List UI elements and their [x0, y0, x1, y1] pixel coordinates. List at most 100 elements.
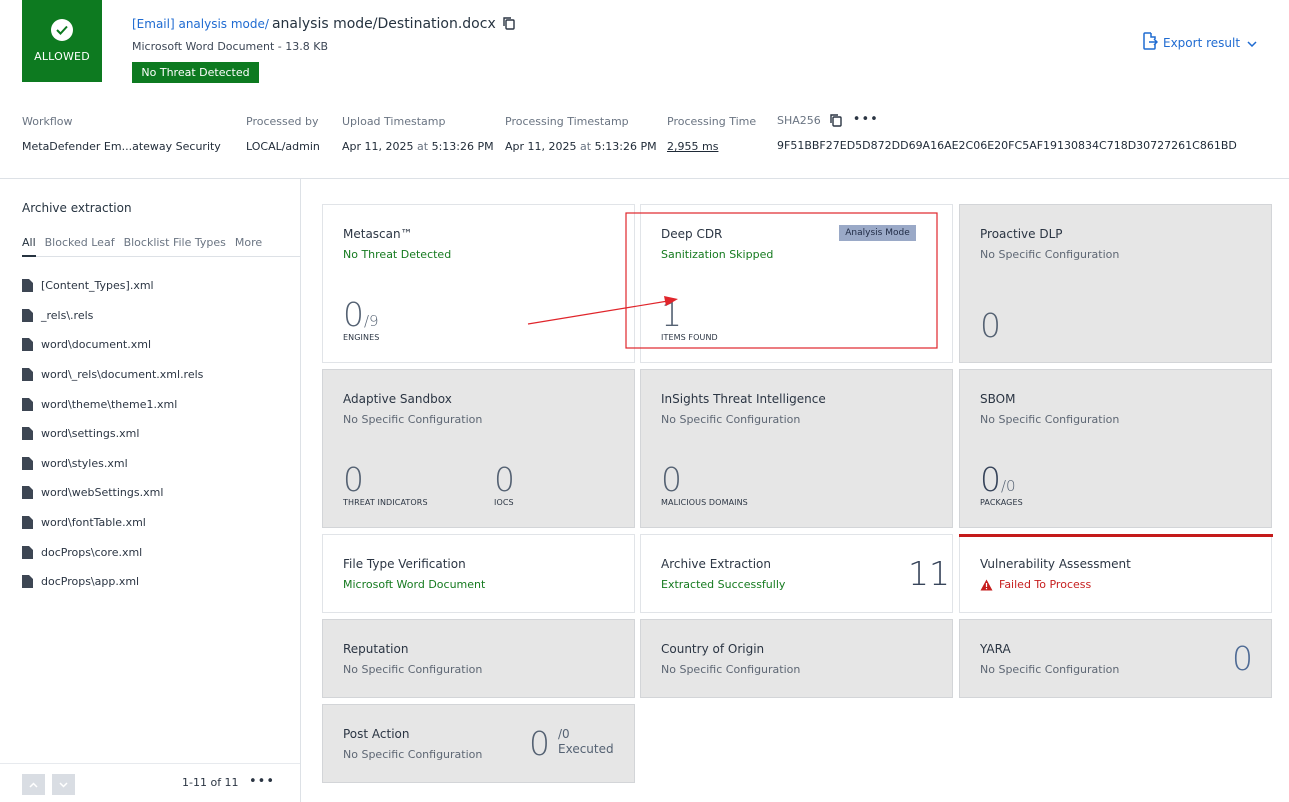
iocs-caption: IOCS — [494, 498, 514, 507]
meta-sha256: SHA256 ••• 9F51BBF27ED5D872DD69A16AE2C06… — [777, 113, 1237, 152]
page-down-button[interactable] — [52, 774, 75, 795]
card-title: Deep CDR — [661, 227, 723, 241]
file-name: word\webSettings.xml — [41, 486, 164, 500]
card-title: YARA — [980, 642, 1011, 656]
more-options-icon[interactable]: ••• — [249, 774, 275, 789]
card-status: No Specific Configuration — [343, 413, 483, 426]
card-status: No Specific Configuration — [980, 248, 1120, 261]
processed-by-label: Processed by — [246, 115, 319, 128]
tab-more[interactable]: More — [235, 236, 262, 249]
list-item[interactable]: word\theme\theme1.xml — [22, 389, 203, 419]
file-name: word\styles.xml — [41, 456, 128, 470]
card-vulnerability-assessment[interactable]: Vulnerability Assessment Failed To Proce… — [959, 534, 1273, 613]
list-item[interactable]: word\document.xml — [22, 330, 203, 360]
analysis-mode-badge: Analysis Mode — [839, 225, 916, 241]
file-icon — [22, 397, 33, 411]
card-title: Vulnerability Assessment — [980, 557, 1131, 571]
verdict-label: ALLOWED — [34, 50, 90, 63]
check-circle-icon — [51, 19, 73, 41]
archive-sidebar: Archive extraction All Blocked Leaf Bloc… — [0, 179, 301, 802]
threat-indicators-caption: THREAT INDICATORS — [343, 498, 428, 507]
dlp-count: 0 — [980, 306, 1001, 345]
meta-processing-time: Processing Time 2,955 ms — [667, 115, 756, 153]
sha256-value: 9F51BBF27ED5D872DD69A16AE2C06E20FC5AF191… — [777, 139, 1237, 152]
meta-processing-timestamp: Processing Timestamp Apr 11, 2025 at 5:1… — [505, 115, 657, 153]
upload-timestamp-label: Upload Timestamp — [342, 115, 446, 128]
card-status: Microsoft Word Document — [343, 578, 486, 591]
card-title: InSights Threat Intelligence — [661, 392, 826, 406]
list-item[interactable]: word\_rels\document.xml.rels — [22, 360, 203, 390]
card-post-action[interactable]: Post Action No Specific Configuration 0 … — [322, 704, 635, 783]
card-sbom[interactable]: SBOM No Specific Configuration 0/0 PACKA… — [959, 369, 1272, 528]
page-up-button[interactable] — [22, 774, 45, 795]
iocs-count: 0 — [494, 460, 515, 499]
processing-date: Apr 11, 2025 — [505, 140, 577, 153]
card-reputation[interactable]: Reputation No Specific Configuration — [322, 619, 635, 698]
card-title: Metascan™ — [343, 227, 413, 241]
more-options-icon[interactable]: ••• — [853, 113, 879, 126]
card-title: Adaptive Sandbox — [343, 392, 452, 406]
malicious-domains-count: 0 — [661, 460, 682, 499]
card-deep-cdr[interactable]: Deep CDR Analysis Mode Sanitization Skip… — [640, 204, 953, 363]
card-insights[interactable]: InSights Threat Intelligence No Specific… — [640, 369, 953, 528]
card-status: No Specific Configuration — [343, 663, 483, 676]
tab-divider — [22, 256, 301, 257]
card-adaptive-sandbox[interactable]: Adaptive Sandbox No Specific Configurati… — [322, 369, 635, 528]
engines-caption: ENGINES — [343, 333, 380, 342]
list-item[interactable]: word\settings.xml — [22, 419, 203, 449]
file-name: docProps\app.xml — [41, 575, 140, 589]
file-icon — [22, 308, 33, 322]
file-title: [Email] analysis mode/ analysis mode/Des… — [132, 13, 516, 32]
card-title: File Type Verification — [343, 557, 466, 571]
card-proactive-dlp[interactable]: Proactive DLP No Specific Configuration … — [959, 204, 1272, 363]
card-status: No Specific Configuration — [661, 663, 801, 676]
alert-stripe — [959, 534, 1273, 537]
file-name: analysis mode/Destination.docx — [271, 16, 496, 32]
card-title: Country of Origin — [661, 642, 765, 656]
list-item[interactable]: docProps\core.xml — [22, 537, 203, 567]
post-action-executed-label: Executed — [558, 742, 614, 756]
export-result-label: Export result — [1163, 35, 1241, 50]
card-status: Extracted Successfully — [661, 578, 786, 591]
processing-time-link[interactable]: 2,955 ms — [667, 140, 756, 153]
meta-upload-timestamp: Upload Timestamp Apr 11, 2025 at 5:13:26… — [342, 115, 494, 153]
copy-sha-icon[interactable] — [829, 113, 843, 127]
card-status: No Specific Configuration — [980, 413, 1120, 426]
processing-timestamp-label: Processing Timestamp — [505, 115, 629, 128]
list-item[interactable]: [Content_Types].xml — [22, 271, 203, 301]
tab-all[interactable]: All — [22, 236, 36, 249]
file-type-size: Microsoft Word Document - 13.8 KB — [132, 40, 329, 53]
items-found-count: 1 — [661, 295, 682, 334]
chevron-down-icon — [1247, 36, 1257, 50]
file-icon — [22, 279, 33, 293]
list-item[interactable]: word\webSettings.xml — [22, 478, 203, 508]
processing-timestamp-value: Apr 11, 2025 at 5:13:26 PM — [505, 140, 657, 153]
copy-icon[interactable] — [502, 15, 516, 34]
list-item[interactable]: word\fontTable.xml — [22, 508, 203, 538]
engines-count: 0/9 — [343, 295, 379, 334]
card-archive-extraction[interactable]: Archive Extraction Extracted Successfull… — [640, 534, 953, 613]
file-icon — [22, 368, 33, 382]
file-path-link[interactable]: [Email] analysis mode/ — [132, 17, 269, 31]
list-item[interactable]: docProps\app.xml — [22, 567, 203, 597]
tab-blocked-leaf[interactable]: Blocked Leaf — [45, 236, 115, 249]
list-item[interactable]: _rels\.rels — [22, 301, 203, 331]
list-item[interactable]: word\styles.xml — [22, 449, 203, 479]
card-file-type-verification[interactable]: File Type Verification Microsoft Word Do… — [322, 534, 635, 613]
packages-count: 0/0 — [980, 460, 1016, 499]
meta-workflow: Workflow MetaDefender Em...ateway Securi… — [22, 115, 221, 153]
upload-timestamp-value: Apr 11, 2025 at 5:13:26 PM — [342, 140, 494, 153]
export-result-button[interactable]: Export result — [1142, 32, 1257, 53]
card-metascan[interactable]: Metascan™ No Threat Detected 0/9 ENGINES — [322, 204, 635, 363]
post-action-count: 0 — [529, 724, 550, 763]
file-name: word\theme\theme1.xml — [41, 397, 178, 411]
workflow-label: Workflow — [22, 115, 73, 128]
file-icon — [22, 545, 33, 559]
card-status: No Specific Configuration — [980, 663, 1120, 676]
card-status: No Specific Configuration — [661, 413, 801, 426]
card-country-of-origin[interactable]: Country of Origin No Specific Configurat… — [640, 619, 953, 698]
processing-time-label: Processing Time — [667, 115, 757, 128]
yara-count: 0 — [1232, 639, 1253, 678]
card-yara[interactable]: YARA No Specific Configuration 0 — [959, 619, 1272, 698]
tab-blocklist-file-types[interactable]: Blocklist File Types — [124, 236, 226, 249]
